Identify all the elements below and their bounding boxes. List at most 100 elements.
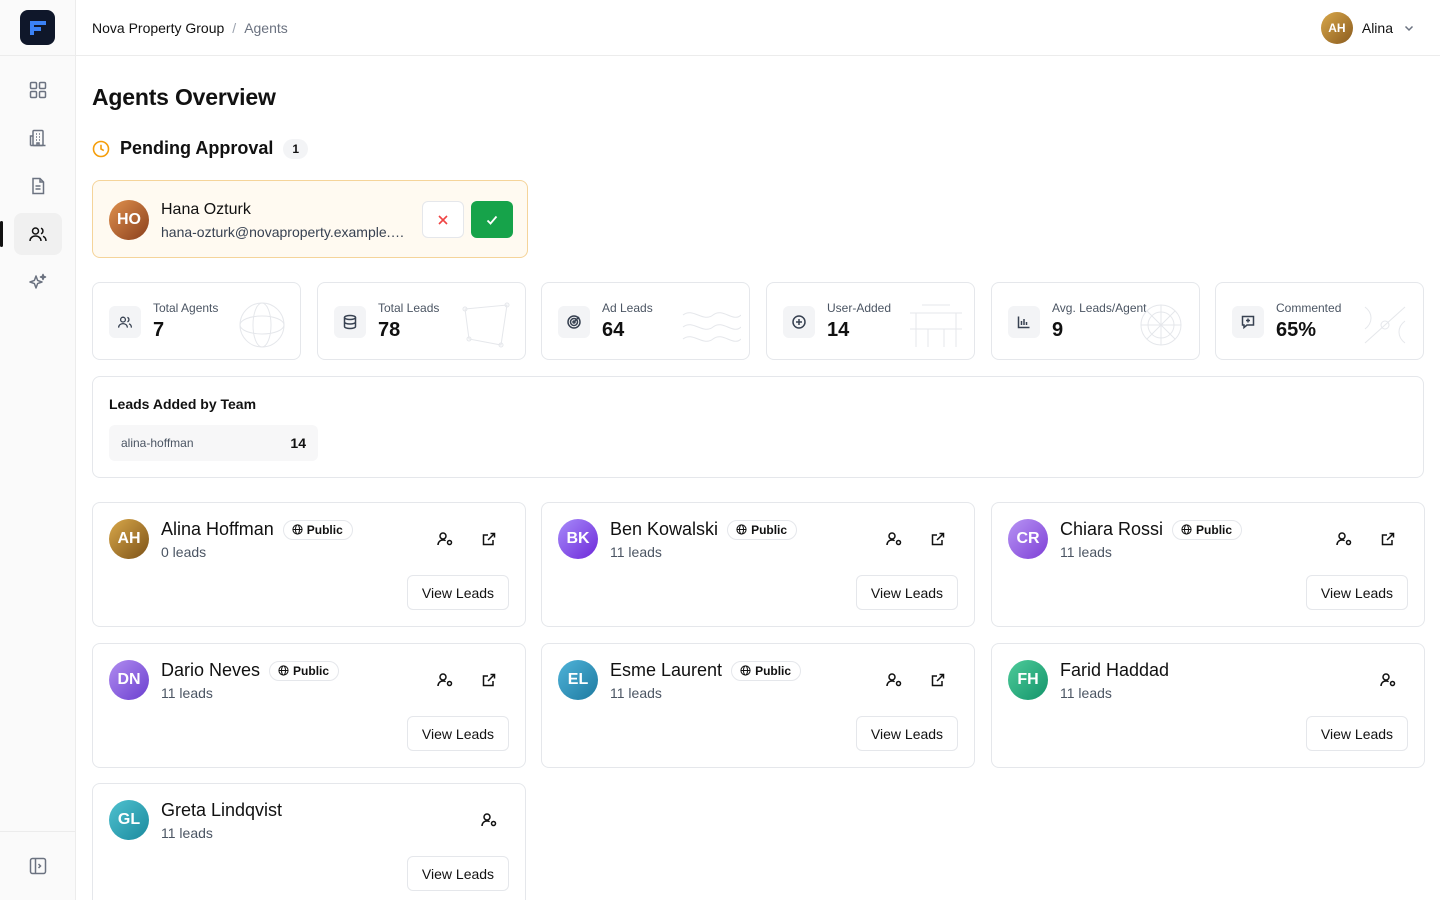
globe-icon [292,524,303,535]
reject-button[interactable] [422,201,464,238]
team-row: alina-hoffman 14 [109,425,318,461]
stat-card-ad-leads: Ad Leads 64 [541,282,750,360]
agent-leads-count: 11 leads [610,544,662,560]
agent-card: EL Esme Laurent Public 11 leads View Lea… [541,643,975,768]
sidebar-item-dashboard[interactable] [14,69,62,111]
stat-icon [1008,306,1040,338]
user-settings-icon [886,673,902,687]
external-link-icon [482,673,496,687]
avatar: EL [558,660,598,700]
sidebar-collapse-button[interactable] [26,855,50,877]
assign-user-button[interactable] [433,527,457,551]
user-settings-icon [1380,673,1396,687]
decorative-pattern-icon [682,312,741,342]
public-badge-label: Public [1196,522,1233,537]
stat-value: 9 [1052,319,1064,341]
stat-icon [1232,306,1264,338]
open-external-button[interactable] [477,527,501,551]
assign-user-button[interactable] [882,668,906,692]
logo-icon [29,20,46,35]
assign-user-button[interactable] [1332,527,1356,551]
close-icon [438,214,448,225]
pending-agent-card: HO Hana Ozturk hana-ozturk@novaproperty.… [92,180,528,258]
globe-icon [278,665,289,676]
open-external-button[interactable] [1376,527,1400,551]
agent-leads-count: 11 leads [1060,544,1112,560]
target-icon [567,315,581,329]
open-external-button[interactable] [477,668,501,692]
avatar: BK [558,519,598,559]
agent-name: Greta Lindqvist [161,800,283,820]
agent-name: Farid Haddad [1060,660,1170,680]
sidebar [0,0,76,900]
pending-count-badge: 1 [283,138,309,159]
agent-name: Chiara Rossi [1060,519,1164,539]
view-leads-button[interactable]: View Leads [856,575,958,610]
stat-value: 64 [602,319,625,341]
message-icon [1241,315,1255,330]
clock-icon [92,140,110,157]
agent-leads-count: 11 leads [1060,685,1112,701]
grid-icon [29,81,47,99]
stat-value: 7 [153,319,165,341]
agent-name: Esme Laurent [610,660,723,680]
globe-icon [740,665,751,676]
agent-name: Alina Hoffman [161,519,274,539]
user-menu[interactable]: AH Alina [1320,12,1416,44]
top-header: Nova Property Group / Agents AH Alina [76,0,1440,56]
user-settings-icon [481,813,497,827]
public-badge-label: Public [306,522,343,537]
globe-icon [736,524,747,535]
view-leads-button[interactable]: View Leads [407,856,509,891]
assign-user-button[interactable] [882,527,906,551]
agent-leads-count: 11 leads [610,685,662,701]
public-badge: Public [269,660,340,681]
assign-user-button[interactable] [477,808,501,832]
public-badge-label: Public [755,663,792,678]
agent-card: FH Farid Haddad 11 leads View Leads [991,643,1425,768]
sidebar-item-agents[interactable] [0,213,62,255]
view-leads-button[interactable]: View Leads [407,716,509,751]
external-link-icon [931,673,945,687]
pending-agent-email: hana-ozturk@novaproperty.example.com [161,224,409,240]
app-logo[interactable] [20,10,55,45]
users-icon [29,227,47,242]
stat-value: 65% [1276,319,1317,341]
user-name: Alina [1361,20,1393,36]
stat-icon [558,306,590,338]
assign-user-button[interactable] [433,668,457,692]
sidebar-bottom-divider [0,831,76,832]
avatar: AH [109,519,149,559]
breadcrumb-separator: / [232,20,237,36]
agent-card: CR Chiara Rossi Public 11 leads View Lea… [991,502,1425,627]
document-icon [32,177,45,195]
view-leads-button[interactable]: View Leads [407,575,509,610]
decorative-pattern-icon [1364,306,1406,344]
database-icon [343,314,357,330]
external-link-icon [1381,532,1395,546]
approve-button[interactable] [471,201,513,238]
agent-card: BK Ben Kowalski Public 11 leads View Lea… [541,502,975,627]
sidebar-item-properties[interactable] [14,117,62,159]
agent-name: Dario Neves [161,660,261,680]
pending-approval-header: Pending Approval 1 [92,138,309,159]
stat-card-commented: Commented 65% [1215,282,1424,360]
stat-card-total-leads: Total Leads 78 [317,282,526,360]
view-leads-button[interactable]: View Leads [1306,716,1408,751]
agent-name: Ben Kowalski [610,519,719,539]
view-leads-button[interactable]: View Leads [1306,575,1408,610]
view-leads-button[interactable]: View Leads [856,716,958,751]
user-settings-icon [1336,532,1352,546]
stat-icon [109,306,141,338]
sidebar-item-documents[interactable] [14,165,62,207]
stat-label: Total Agents [153,301,219,315]
avatar: CR [1008,519,1048,559]
open-external-button[interactable] [926,668,950,692]
chevron-down-icon [1404,25,1414,32]
assign-user-button[interactable] [1376,668,1400,692]
open-external-button[interactable] [926,527,950,551]
decorative-pattern-icon [239,302,285,348]
user-avatar: AH [1320,12,1353,44]
breadcrumb-root[interactable]: Nova Property Group [92,20,224,36]
sidebar-item-ai[interactable] [14,261,62,303]
